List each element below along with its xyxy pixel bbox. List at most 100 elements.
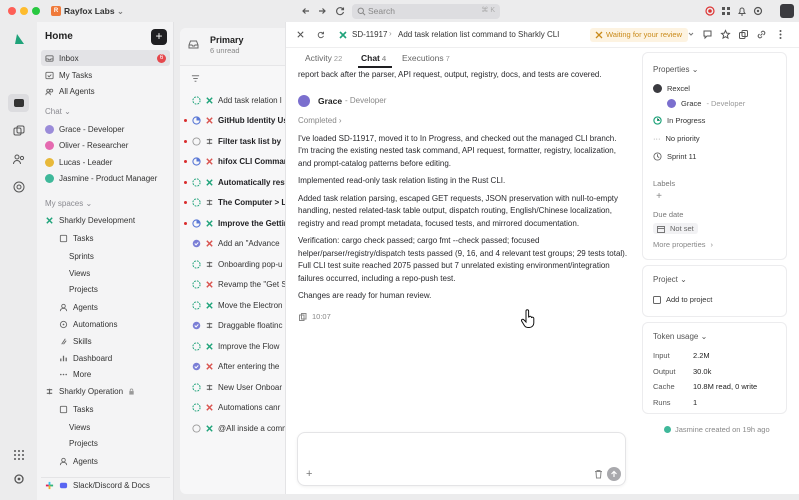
workspace-logo[interactable]: R	[51, 6, 61, 16]
add-to-project-button[interactable]: Add to project	[653, 295, 712, 304]
search-input[interactable]: Search ⌘ K	[352, 4, 500, 19]
space-sharkly-operation[interactable]: Sharkly Operation	[41, 383, 170, 399]
list-item[interactable]: Automations canr	[180, 398, 285, 418]
sidebar-footer-link[interactable]: Slack/Discord & Docs	[41, 477, 170, 493]
status-field[interactable]: In Progress	[653, 116, 705, 125]
tab-activity[interactable]: Activity 22	[305, 53, 342, 63]
sidebar-item-inbox[interactable]: Inbox 6	[41, 50, 170, 66]
back-arrow-icon[interactable]	[300, 5, 312, 17]
sidebar-item-automations[interactable]: Automations	[55, 316, 170, 332]
target-icon[interactable]	[12, 180, 26, 194]
sidebar-item-views-2[interactable]: Views	[65, 419, 170, 435]
sidebar-item-chat-jasmine[interactable]: Jasmine - Product Manager	[41, 170, 170, 186]
list-item[interactable]: Filter task list by	[180, 131, 285, 151]
settings-icon[interactable]	[12, 472, 26, 486]
trash-icon[interactable]	[594, 469, 603, 479]
sidebar-item-agents-2[interactable]: Agents	[55, 453, 170, 469]
list-item-label: The Computer > L	[218, 198, 285, 207]
list-item[interactable]: hifox CLI Comman	[180, 152, 285, 172]
attach-plus-icon[interactable]: +	[306, 468, 312, 480]
refresh-icon[interactable]	[334, 5, 346, 17]
workspace-switcher[interactable]: Rayfox Labs ⌄	[64, 6, 124, 17]
sidebar-item-sprints[interactable]: Sprints	[65, 248, 170, 264]
copy-icon[interactable]	[299, 312, 307, 321]
comment-icon[interactable]	[702, 29, 713, 40]
list-item[interactable]: Draggable floatinc	[180, 316, 285, 336]
list-item[interactable]: After entering the	[180, 357, 285, 377]
chat-section-toggle[interactable]: Chat ⌄	[45, 107, 71, 116]
more-vertical-icon[interactable]	[775, 29, 786, 40]
sidebar-item-chat-lucas[interactable]: Lucas - Leader	[41, 154, 170, 170]
home-icon[interactable]	[12, 96, 26, 110]
link-icon[interactable]	[756, 29, 767, 40]
layers-icon[interactable]	[12, 124, 26, 138]
star-icon[interactable]	[720, 29, 731, 40]
lock-icon	[129, 388, 134, 395]
add-label-button[interactable]: +	[653, 191, 665, 203]
copy-icon[interactable]	[738, 29, 749, 40]
list-item[interactable]: Onboarding pop-u	[180, 254, 285, 274]
minimize-window-button[interactable]	[20, 7, 28, 15]
list-item[interactable]: Move the Electron	[180, 295, 285, 315]
space-sharkly-development[interactable]: Sharkly Development	[41, 212, 170, 228]
spaces-section-toggle[interactable]: My spaces ⌄	[45, 199, 92, 208]
tab-executions[interactable]: Executions 7	[402, 53, 450, 63]
sidebar-item-chat-oliver[interactable]: Oliver - Researcher	[41, 137, 170, 153]
priority-value: No priority	[665, 134, 700, 143]
list-item[interactable]: Revamp the "Get S	[180, 275, 285, 295]
sidebar-item-agents[interactable]: Agents	[55, 299, 170, 315]
bell-icon[interactable]	[736, 5, 748, 17]
app-logo-icon[interactable]	[12, 32, 26, 46]
sidebar-item-views[interactable]: Views	[65, 265, 170, 281]
more-properties-link[interactable]: More properties ›	[653, 240, 713, 249]
properties-toggle[interactable]: Properties ⌄	[653, 65, 698, 74]
sidebar-item-skills[interactable]: Skills	[55, 333, 170, 349]
sidebar-item-projects[interactable]: Projects	[65, 281, 170, 297]
list-item[interactable]: Automatically rest	[180, 172, 285, 192]
record-icon[interactable]	[704, 5, 716, 17]
sidebar-item-all-agents[interactable]: All Agents	[41, 83, 170, 99]
grid-icon[interactable]	[720, 5, 732, 17]
due-date-field[interactable]: Not set	[653, 223, 698, 234]
refresh-icon[interactable]	[316, 30, 325, 39]
zoom-window-button[interactable]	[32, 7, 40, 15]
list-item[interactable]: @All inside a comm	[180, 418, 285, 438]
sidebar-item-projects-2[interactable]: Projects	[65, 435, 170, 451]
list-item[interactable]: Improve the Flow	[180, 336, 285, 356]
close-window-button[interactable]	[8, 7, 16, 15]
sidebar-item-dashboard[interactable]: Dashboard	[55, 350, 170, 366]
priority-field[interactable]: ··· No priority	[653, 134, 700, 143]
new-item-button[interactable]: +	[151, 29, 167, 45]
list-item[interactable]: New User Onboar	[180, 377, 285, 397]
tab-chat[interactable]: Chat 4	[361, 53, 386, 63]
token-usage-toggle[interactable]: Token usage ⌄	[653, 332, 707, 341]
sprint-field[interactable]: Sprint 11	[653, 152, 696, 161]
list-item[interactable]: Add an "Advance	[180, 234, 285, 254]
chevron-down-icon[interactable]	[686, 29, 696, 39]
status-badge[interactable]: Waiting for your review	[590, 28, 688, 42]
sidebar-item-chat-grace[interactable]: Grace - Developer	[41, 121, 170, 137]
sidebar-item-more[interactable]: More	[55, 366, 170, 382]
message-composer[interactable]: +	[297, 432, 626, 486]
user-avatar[interactable]	[780, 4, 794, 18]
requester-field[interactable]: Rexcel	[653, 84, 690, 93]
settings-gear-icon[interactable]	[752, 5, 764, 17]
list-item[interactable]: Add task relation l	[180, 90, 285, 110]
completed-toggle[interactable]: Completed ›	[298, 116, 628, 125]
people-icon[interactable]	[12, 152, 26, 166]
sidebar-item-label: Jasmine - Product Manager	[59, 173, 158, 183]
send-button[interactable]	[607, 467, 621, 481]
sidebar-item-my-tasks[interactable]: My Tasks	[41, 67, 170, 83]
list-item[interactable]: GitHub Identity Us	[180, 111, 285, 131]
list-item[interactable]: The Computer > L	[180, 193, 285, 213]
filter-icon[interactable]	[191, 74, 200, 83]
assignee-field[interactable]: Grace - Developer	[667, 99, 745, 108]
close-icon[interactable]	[296, 30, 305, 39]
list-item[interactable]: Improve the Gettin	[180, 213, 285, 233]
sidebar-item-tasks-2[interactable]: Tasks	[55, 401, 170, 417]
task-id[interactable]: SD-11917	[352, 30, 387, 39]
project-toggle[interactable]: Project ⌄	[653, 275, 687, 284]
sidebar-item-tasks[interactable]: Tasks	[55, 230, 170, 246]
apps-grid-icon[interactable]	[12, 448, 26, 462]
forward-arrow-icon[interactable]	[316, 5, 328, 17]
